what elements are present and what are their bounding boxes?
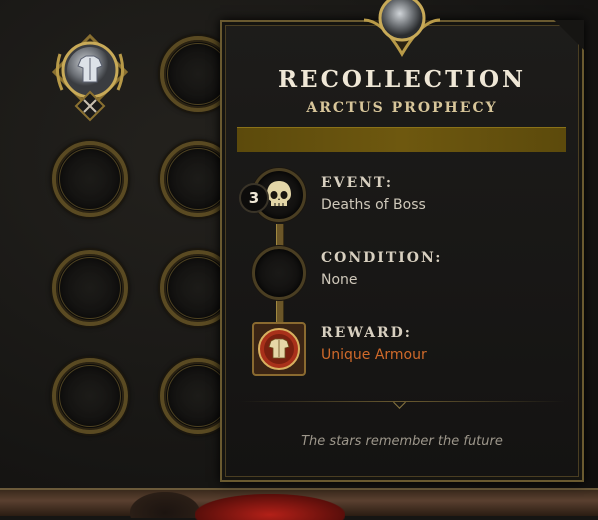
empty-slot[interactable]	[52, 358, 128, 434]
chain-link	[276, 300, 284, 322]
event-value: Deaths of Boss	[321, 197, 426, 213]
reward-label: REWARD:	[321, 325, 412, 341]
panel-title: RECOLLECTION	[277, 66, 527, 93]
condition-label: CONDITION:	[321, 250, 443, 266]
event-count-badge: 3	[239, 183, 269, 213]
reward-node	[252, 322, 306, 376]
reward-value: Unique Armour	[321, 347, 427, 363]
empty-slot[interactable]	[52, 250, 128, 326]
empty-slot[interactable]	[52, 141, 128, 217]
condition-value: None	[321, 272, 358, 288]
reward-frame	[258, 328, 300, 370]
event-label: EVENT:	[321, 175, 394, 191]
panel-subtitle: ARCTUS PROPHECY	[306, 100, 498, 116]
condition-node	[252, 246, 306, 300]
bottom-scene-strip	[0, 488, 598, 520]
selected-slot[interactable]	[50, 33, 130, 124]
chain-link	[276, 224, 284, 246]
slot-gem-frame	[51, 33, 129, 122]
flavor-text: The stars remember the future	[301, 434, 503, 449]
progress-bar	[237, 127, 566, 152]
orb-ornament	[363, 0, 441, 57]
